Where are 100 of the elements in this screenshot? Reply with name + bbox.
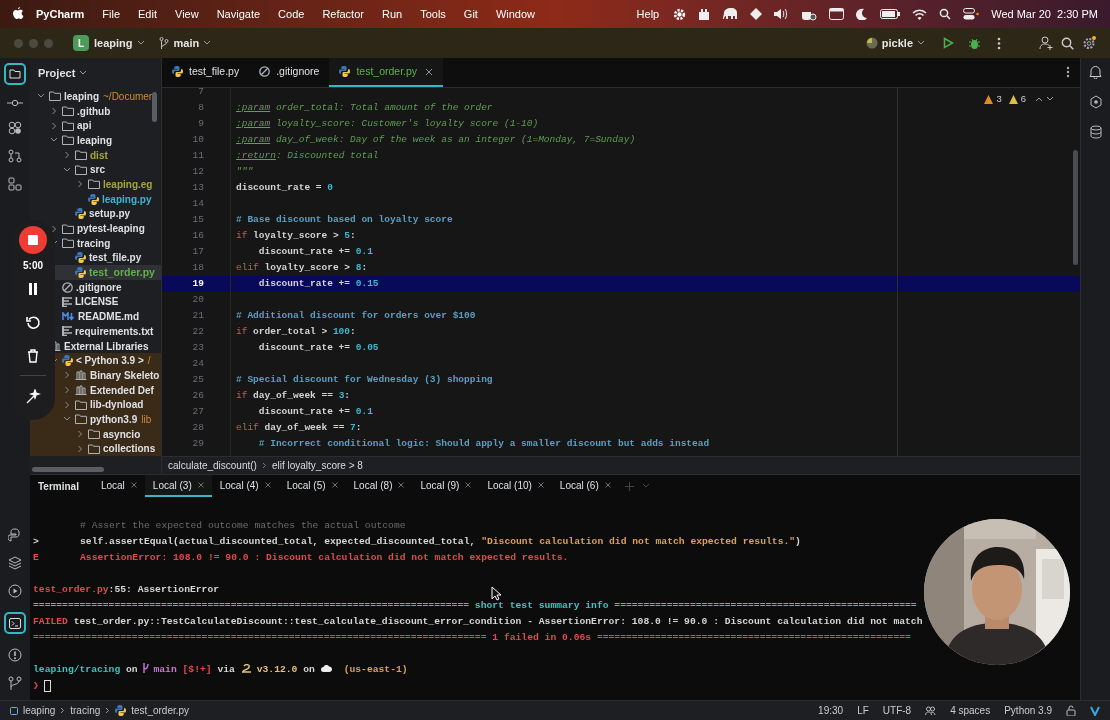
tree-item[interactable]: setup.py	[30, 206, 161, 222]
tree-item[interactable]: dist	[30, 147, 161, 163]
tree-label[interactable]: api	[77, 118, 92, 134]
run-configuration[interactable]: pickle	[881, 34, 913, 52]
tree-label[interactable]: leaping	[77, 132, 112, 148]
apple-icon[interactable]	[12, 7, 24, 21]
tree-item[interactable]: LICENSE	[30, 294, 161, 310]
tree-item[interactable]: python3.9 lib	[30, 412, 161, 427]
warning-icon[interactable]	[1008, 94, 1018, 104]
menu-item[interactable]: View	[175, 5, 199, 23]
menu-item[interactable]: Window	[495, 5, 535, 23]
tree-item[interactable]: leaping.py	[30, 191, 161, 207]
moon-icon[interactable]	[856, 8, 869, 20]
menu-item[interactable]: Tools	[420, 5, 446, 23]
plugins-icon[interactable]	[8, 121, 22, 135]
tree-label[interactable]: leaping	[64, 88, 99, 104]
sparkle-icon[interactable]	[25, 389, 41, 404]
window-icon[interactable]	[829, 8, 845, 20]
tree-label[interactable]: requirements.txt	[75, 323, 154, 339]
menu-item[interactable]: Edit	[138, 5, 157, 23]
more-icon[interactable]	[1066, 66, 1070, 78]
stop-recording-button[interactable]	[19, 226, 47, 254]
tree-label[interactable]: leaping.py	[102, 191, 152, 207]
terminal-tab[interactable]: Local (5)	[278, 475, 346, 497]
project-selector[interactable]: leaping	[94, 34, 133, 52]
menu-item[interactable]: File	[102, 5, 121, 23]
users-icon[interactable]	[925, 705, 937, 716]
elephant-icon[interactable]	[722, 8, 739, 20]
run-icon[interactable]	[943, 37, 954, 49]
breadcrumb[interactable]: tracing	[70, 703, 101, 718]
menu-item[interactable]: Navigate	[216, 5, 261, 23]
terminal-tab[interactable]: Local (3)	[144, 475, 212, 497]
tree-label[interactable]: pytest-leaping	[77, 221, 145, 237]
tree-item[interactable]: .github	[30, 103, 161, 119]
battery-icon[interactable]	[880, 9, 901, 19]
close-icon[interactable]	[537, 482, 544, 488]
menu-item[interactable]: Refactor	[322, 5, 364, 23]
tree-label[interactable]: lib	[141, 411, 152, 427]
warning-count[interactable]: 6	[1020, 92, 1026, 107]
close-icon[interactable]	[425, 67, 434, 76]
tree-label[interactable]: setup.py	[89, 206, 131, 222]
gear-icon[interactable]	[673, 7, 687, 21]
breadcrumb[interactable]: test_order.py	[131, 703, 190, 718]
bell-icon[interactable]	[1089, 65, 1102, 79]
branch-selector[interactable]: main	[173, 34, 200, 52]
close-icon[interactable]	[130, 482, 137, 488]
tree-item[interactable]: leaping	[30, 133, 161, 148]
commit-icon[interactable]	[7, 99, 23, 107]
database-icon[interactable]	[1089, 125, 1102, 139]
tree-item[interactable]: README.md	[30, 309, 161, 324]
menu-item[interactable]: Run	[381, 5, 403, 23]
scrollbar[interactable]	[32, 467, 104, 472]
menu-item[interactable]: PyCharm	[36, 5, 85, 23]
menu-item[interactable]: Help	[636, 5, 660, 23]
status-item[interactable]: LF	[857, 703, 869, 718]
menu-item[interactable]: Code	[278, 5, 305, 23]
project-tool-button[interactable]	[4, 63, 26, 85]
trash-icon[interactable]	[27, 349, 39, 363]
speaker-icon[interactable]	[774, 8, 790, 20]
tree-label[interactable]: Extended Def	[90, 382, 154, 398]
tree-label[interactable]: Binary Skeleto	[90, 367, 160, 383]
tree-label[interactable]: README.md	[78, 309, 140, 325]
tree-item[interactable]: pytest-leaping	[30, 221, 161, 236]
tree-item[interactable]: src	[30, 162, 161, 178]
breadcrumb[interactable]: leaping	[23, 703, 56, 718]
tree-item[interactable]: api	[30, 118, 161, 134]
close-icon[interactable]	[398, 482, 405, 488]
search-icon[interactable]	[939, 8, 952, 20]
tree-item[interactable]: leaping ~/Documen	[30, 89, 161, 104]
menu-item[interactable]: Git	[463, 5, 478, 23]
tree-label[interactable]: collections	[103, 441, 156, 457]
terminal-tab[interactable]: Local (10)	[479, 475, 552, 497]
status-item[interactable]: 4 spaces	[950, 703, 991, 718]
menu-clock[interactable]: Wed Mar 20 2:30 PM	[991, 5, 1098, 23]
python-console-icon[interactable]	[8, 528, 22, 542]
search-icon[interactable]	[1061, 36, 1074, 50]
tree-label[interactable]: ~/Documen	[103, 88, 155, 104]
settings-icon[interactable]	[1082, 36, 1096, 50]
terminal-tab[interactable]: Local (9)	[412, 475, 480, 497]
editor-tab[interactable]: test_order.py	[329, 58, 444, 87]
tree-item[interactable]: .gitignore	[30, 279, 161, 295]
problems-icon[interactable]	[8, 648, 22, 662]
add-user-icon[interactable]	[1039, 36, 1053, 50]
terminal-tab[interactable]: Local (6)	[551, 475, 619, 497]
wifi-icon[interactable]	[912, 8, 928, 20]
panel-title[interactable]: Project	[38, 64, 76, 82]
tree-label[interactable]: LICENSE	[75, 294, 119, 310]
tree-item[interactable]: leaping.eg	[30, 177, 161, 192]
tree-label[interactable]: src	[90, 162, 105, 178]
scrollbar[interactable]	[152, 92, 157, 122]
tree-label[interactable]: test_order.py	[89, 264, 155, 281]
tree-label[interactable]: lib-dynload	[90, 397, 144, 413]
close-icon[interactable]	[197, 482, 204, 488]
status-item[interactable]: UTF-8	[882, 703, 912, 718]
tree-item[interactable]: requirements.txt	[30, 324, 161, 339]
status-item[interactable]: 19:30	[818, 703, 844, 718]
chevron-up-icon[interactable]	[1035, 96, 1043, 103]
lock-icon[interactable]	[1066, 705, 1076, 716]
close-icon[interactable]	[465, 482, 472, 488]
warning-icon[interactable]	[984, 94, 994, 104]
